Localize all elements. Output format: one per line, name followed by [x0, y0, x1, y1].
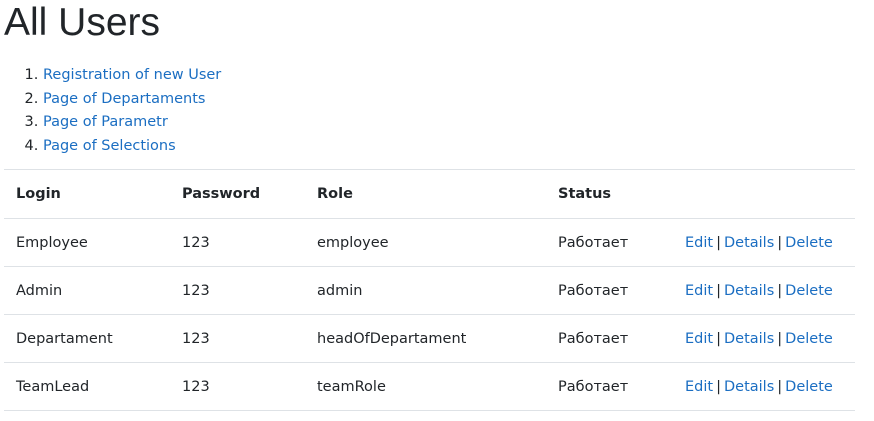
details-link[interactable]: Details: [724, 235, 774, 251]
delete-link[interactable]: Delete: [785, 235, 833, 251]
departaments-link[interactable]: Page of Departaments: [43, 91, 205, 107]
cell-password: 123: [170, 218, 305, 267]
nav-link-item: Page of Parametr: [43, 111, 855, 135]
cell-status: Работает: [546, 362, 673, 411]
nav-link-item: Page of Departaments: [43, 88, 855, 112]
table-row: Employee 123 employee Работает Edit | Deta…: [4, 218, 855, 267]
cell-login: Departament: [4, 314, 170, 363]
delete-link[interactable]: Delete: [785, 331, 833, 347]
edit-link[interactable]: Edit: [685, 379, 713, 395]
nav-link-item: Page of Selections: [43, 135, 855, 159]
nav-links-list: Registration of new User Page of Departa…: [4, 64, 855, 158]
header-role: Role: [305, 169, 546, 219]
cell-role: employee: [305, 218, 546, 267]
selections-link[interactable]: Page of Selections: [43, 138, 176, 154]
table-row: TeamLead 123 teamRole Работает Edit | Deta…: [4, 362, 855, 411]
table-row: Departament 123 headOfDepartament Работа…: [4, 314, 855, 363]
cell-login: TeamLead: [4, 362, 170, 411]
separator: |: [777, 234, 783, 251]
page-container: All Users Registration of new User Page …: [4, 0, 855, 411]
edit-link[interactable]: Edit: [685, 331, 713, 347]
users-table: Login Password Role Status Employee 123 …: [4, 169, 855, 411]
separator: |: [716, 330, 721, 347]
nav-link-item: Registration of new User: [43, 64, 855, 88]
delete-link[interactable]: Delete: [785, 379, 833, 395]
header-login: Login: [4, 169, 170, 219]
details-link[interactable]: Details: [724, 283, 774, 299]
registration-link[interactable]: Registration of new User: [43, 67, 221, 83]
page-title: All Users: [4, 1, 161, 44]
header-actions: [673, 169, 855, 219]
header-status: Status: [546, 169, 673, 219]
separator: |: [777, 330, 783, 347]
cell-login: Admin: [4, 266, 170, 315]
cell-status: Работает: [546, 266, 673, 315]
edit-link[interactable]: Edit: [685, 235, 713, 251]
details-link[interactable]: Details: [724, 331, 774, 347]
delete-link[interactable]: Delete: [785, 283, 833, 299]
cell-password: 123: [170, 314, 305, 363]
cell-login: Employee: [4, 218, 170, 267]
cell-role: teamRole: [305, 362, 546, 411]
separator: |: [716, 282, 721, 299]
separator: |: [777, 282, 783, 299]
edit-link[interactable]: Edit: [685, 283, 713, 299]
header-password: Password: [170, 169, 305, 219]
table-row: Admin 123 admin Работает Edit | Details | De…: [4, 266, 855, 315]
cell-role: admin: [305, 266, 546, 315]
table-header-row: Login Password Role Status: [4, 169, 855, 219]
cell-role: headOfDepartament: [305, 314, 546, 363]
cell-actions: Edit | Details | Delete: [673, 314, 855, 363]
separator: |: [716, 378, 721, 395]
cell-status: Работает: [546, 314, 673, 363]
cell-actions: Edit | Details | Delete: [673, 362, 855, 411]
cell-actions: Edit | Details | Delete: [673, 266, 855, 315]
details-link[interactable]: Details: [724, 379, 774, 395]
cell-password: 123: [170, 362, 305, 411]
parametr-link[interactable]: Page of Parametr: [43, 114, 168, 130]
cell-actions: Edit | Details | Delete: [673, 218, 855, 267]
separator: |: [716, 234, 721, 251]
cell-status: Работает: [546, 218, 673, 267]
cell-password: 123: [170, 266, 305, 315]
separator: |: [777, 378, 783, 395]
